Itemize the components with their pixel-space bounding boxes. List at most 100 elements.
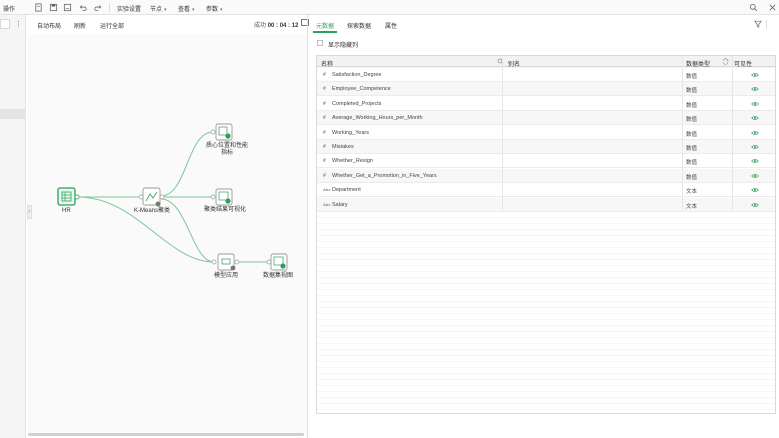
node-label-data-view: 数据集视图 (263, 273, 294, 279)
show-hidden-label: 显示隐藏列 (328, 43, 359, 49)
experiment-settings-menu[interactable]: 实验设置 (117, 4, 141, 13)
field-name: Average_Working_Hours_per_Month (332, 115, 423, 122)
node-data-view[interactable] (266, 253, 288, 271)
node-model-apply[interactable] (211, 253, 240, 271)
node-label-kmeans: K-Means聚类 (134, 208, 171, 214)
eye-icon[interactable] (751, 158, 759, 164)
eye-icon[interactable] (751, 173, 759, 179)
numeric-type-icon: # (323, 158, 326, 165)
eye-icon[interactable] (751, 115, 759, 121)
eye-icon[interactable] (751, 187, 759, 193)
run-status: 成功 00 : 04 : 12 (254, 23, 299, 29)
auto-layout-button[interactable]: 自动布局 (37, 21, 61, 30)
node-centroid[interactable] (210, 123, 233, 141)
chevron-down-icon: ▾ (164, 7, 167, 13)
column-divider[interactable] (732, 56, 733, 210)
field-type[interactable]: 数值 (686, 72, 697, 80)
panel-divider[interactable] (307, 15, 308, 438)
eye-icon[interactable] (751, 202, 759, 208)
app-window: 操作 实验设置 节点 ▾ 查看 ▾ 参数 ▾ ⋮ 自动布局 刷新 运行全部 成功 00… (0, 0, 779, 438)
table-row[interactable]: # Average_Working_Hours_per_Month 数值 (317, 111, 775, 126)
sidebar-search-box[interactable] (0, 19, 10, 29)
filter-icon[interactable] (754, 20, 762, 28)
numeric-type-icon: # (323, 144, 326, 150)
eye-icon[interactable] (751, 144, 759, 150)
save-icon[interactable] (49, 3, 58, 12)
table-row[interactable]: # Working_Years 数值 (317, 125, 775, 140)
numeric-type-icon: # (323, 115, 326, 122)
eye-icon[interactable] (751, 86, 759, 92)
redo-icon[interactable] (93, 3, 102, 12)
metadata-table: 名称 别名 数据类型 可见性 # Satisfaction_Degree 数值 # Em… (316, 55, 776, 414)
more-icon[interactable]: ⋮ (15, 20, 22, 28)
edge-kmeans-centroid (160, 131, 214, 197)
field-type[interactable]: 数值 (686, 86, 697, 94)
field-type[interactable]: 数值 (686, 101, 697, 109)
node-menu[interactable]: 节点 ▾ (150, 4, 167, 13)
numeric-type-icon: # (323, 86, 326, 93)
eye-icon[interactable] (751, 130, 759, 136)
sidebar-selected-item[interactable] (0, 109, 26, 119)
eye-icon[interactable] (751, 101, 759, 107)
field-type[interactable]: 数值 (686, 173, 697, 181)
column-divider[interactable] (682, 56, 683, 210)
workflow-graph (57, 123, 288, 271)
tab-metadata[interactable]: 元数据 (316, 21, 334, 30)
search-icon[interactable] (749, 3, 758, 12)
numeric-type-icon: # (323, 100, 326, 107)
text-type-icon: Abc (323, 187, 331, 193)
node-kmeans[interactable] (138, 187, 165, 207)
close-icon[interactable] (768, 3, 777, 12)
table-row[interactable]: Abc Department 文本 (317, 183, 775, 198)
eye-icon[interactable] (751, 72, 759, 78)
field-type[interactable]: 数值 (686, 144, 697, 152)
node-label-hr: HR (62, 208, 71, 214)
table-row[interactable]: # Mistakes 数值 (317, 140, 775, 154)
field-type[interactable]: 数值 (686, 158, 697, 166)
header-type[interactable]: 数据类型 (686, 59, 710, 68)
undo-icon[interactable] (79, 3, 88, 12)
field-name: Mistakes (332, 144, 354, 150)
chevron-down-icon: ▾ (192, 7, 195, 13)
node-label-centroid: 质心位置和性能指标 (205, 143, 248, 156)
canvas-horizontal-scrollbar[interactable] (28, 433, 304, 436)
tab-explore-data[interactable]: 探索数据 (347, 21, 371, 30)
left-sidebar: ⋮ (0, 15, 26, 438)
field-type[interactable]: 数值 (686, 115, 697, 123)
node-label-model-apply: 模型应用 (214, 273, 239, 279)
header-visibility[interactable]: 可见性 (734, 59, 752, 68)
column-divider[interactable] (502, 56, 503, 210)
collapse-panel-handle[interactable]: ‹ (27, 205, 32, 219)
field-name: Employee_Competence (332, 86, 391, 93)
node-hr[interactable] (57, 187, 80, 206)
chevron-down-icon: ▾ (220, 7, 223, 13)
table-header: 名称 别名 数据类型 可见性 (317, 56, 775, 68)
header-name[interactable]: 名称 (321, 59, 333, 68)
field-type[interactable]: 数值 (686, 130, 697, 138)
table-row[interactable]: # Satisfaction_Degree 数值 (317, 68, 775, 82)
table-row[interactable]: Abc Salary 文本 (317, 197, 775, 212)
refresh-icon[interactable] (722, 58, 729, 65)
new-file-icon[interactable] (34, 3, 43, 12)
table-row[interactable]: # Whether_Resign 数值 (317, 154, 775, 169)
params-menu[interactable]: 参数 ▾ (206, 4, 223, 13)
node-label-cluster-viz: 聚类结果可视化 (204, 207, 247, 213)
numeric-type-icon: # (323, 172, 326, 179)
workflow-canvas[interactable]: HR K-Means聚类 质心位置和性能指标 聚类结果可视化 模型应用 数据集视… (27, 34, 307, 434)
view-menu[interactable]: 查看 ▾ (178, 4, 195, 13)
numeric-type-icon: # (323, 72, 326, 78)
active-tab-indicator (313, 31, 337, 33)
field-type[interactable]: 文本 (686, 187, 697, 195)
run-all-button[interactable]: 运行全部 (100, 21, 124, 30)
refresh-button[interactable]: 刷新 (74, 21, 86, 30)
tab-properties[interactable]: 属性 (385, 21, 397, 30)
table-row[interactable]: # Employee_Competence 数值 (317, 82, 775, 97)
show-hidden-checkbox[interactable] (317, 40, 323, 46)
table-row[interactable]: # Whether_Get_a_Promotion_in_Five_Years 数值 (317, 168, 775, 183)
save-as-icon[interactable] (63, 3, 72, 12)
header-alias[interactable]: 别名 (508, 59, 520, 68)
table-row[interactable]: # Completed_Projects 数值 (317, 96, 775, 111)
field-name: Salary (332, 201, 348, 208)
node-cluster-viz[interactable] (210, 188, 233, 206)
field-type[interactable]: 文本 (686, 202, 697, 210)
